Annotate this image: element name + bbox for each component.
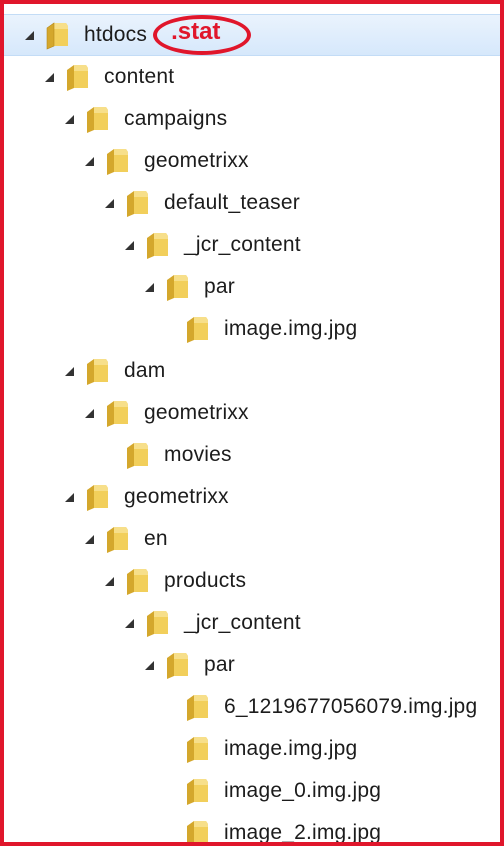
expanded-arrow-icon[interactable] bbox=[62, 490, 76, 504]
tree-node-label: campaigns bbox=[124, 107, 228, 130]
tree-node[interactable]: image.img.jpg bbox=[4, 308, 500, 350]
tree-node-label: geometrixx bbox=[144, 401, 249, 424]
tree-node[interactable]: _jcr_content bbox=[4, 602, 500, 644]
folder-icon bbox=[107, 149, 128, 175]
folder-icon bbox=[167, 275, 188, 301]
stat-annotation: .stat bbox=[153, 15, 252, 55]
tree-node[interactable]: par bbox=[4, 266, 500, 308]
folder-icon bbox=[127, 443, 148, 469]
expanded-arrow-icon[interactable] bbox=[82, 154, 96, 168]
tree-node[interactable]: campaigns bbox=[4, 98, 500, 140]
expanded-arrow-icon[interactable] bbox=[102, 196, 116, 210]
folder-icon bbox=[107, 527, 128, 553]
expanded-arrow-icon[interactable] bbox=[62, 364, 76, 378]
folder-icon bbox=[187, 821, 208, 842]
tree-node-label: htdocs bbox=[84, 23, 148, 46]
tree-node-label: geometrixx bbox=[124, 485, 229, 508]
folder-icon bbox=[147, 233, 168, 259]
expanded-arrow-icon[interactable] bbox=[82, 406, 96, 420]
tree-node-label: par bbox=[204, 275, 235, 298]
tree-node[interactable]: geometrixx bbox=[4, 140, 500, 182]
expanded-arrow-icon[interactable] bbox=[142, 658, 156, 672]
tree-node[interactable]: products bbox=[4, 560, 500, 602]
tree-node-root[interactable]: htdocs .stat bbox=[4, 14, 500, 56]
folder-icon bbox=[187, 317, 208, 343]
tree-node-label: content bbox=[104, 65, 175, 88]
tree-node[interactable]: image_2.img.jpg bbox=[4, 812, 500, 844]
tree-node[interactable]: movies bbox=[4, 434, 500, 476]
tree-node[interactable]: geometrixx bbox=[4, 476, 500, 518]
tree-node-label: products bbox=[164, 569, 247, 592]
tree-node-label: _jcr_content bbox=[184, 611, 301, 634]
stat-annotation-label: .stat bbox=[171, 18, 221, 45]
tree-node-label: movies bbox=[164, 443, 232, 466]
tree-node[interactable]: image_0.img.jpg bbox=[4, 770, 500, 812]
folder-icon bbox=[127, 191, 148, 217]
folder-icon bbox=[167, 653, 188, 679]
folder-icon bbox=[187, 695, 208, 721]
tree-node-label: image_0.img.jpg bbox=[224, 779, 382, 802]
expanded-arrow-icon[interactable] bbox=[62, 112, 76, 126]
tree-node[interactable]: default_teaser bbox=[4, 182, 500, 224]
tree-node-label: en bbox=[144, 527, 168, 550]
tree-node-label: default_teaser bbox=[164, 191, 300, 214]
folder-icon bbox=[127, 569, 148, 595]
folder-icon bbox=[187, 737, 208, 763]
folder-icon bbox=[87, 107, 108, 133]
expanded-arrow-icon[interactable] bbox=[42, 70, 56, 84]
tree-node-label: dam bbox=[124, 359, 166, 382]
folder-icon bbox=[147, 611, 168, 637]
folder-icon bbox=[187, 779, 208, 805]
annotation-frame: htdocs .stat content campaigns geometrix… bbox=[0, 0, 504, 846]
tree-node-label: par bbox=[204, 653, 235, 676]
folder-icon bbox=[107, 401, 128, 427]
expanded-arrow-icon[interactable] bbox=[122, 238, 136, 252]
expanded-arrow-icon[interactable] bbox=[22, 28, 36, 42]
tree-node-label: 6_1219677056079.img.jpg bbox=[224, 695, 478, 718]
tree-node[interactable]: content bbox=[4, 56, 500, 98]
expanded-arrow-icon[interactable] bbox=[122, 616, 136, 630]
folder-icon bbox=[67, 65, 88, 91]
tree-node[interactable]: _jcr_content bbox=[4, 224, 500, 266]
folder-icon bbox=[87, 359, 108, 385]
folder-tree: htdocs .stat content campaigns geometrix… bbox=[4, 14, 500, 844]
expanded-arrow-icon[interactable] bbox=[102, 574, 116, 588]
tree-node[interactable]: image.img.jpg bbox=[4, 728, 500, 770]
tree-node-label: image.img.jpg bbox=[224, 737, 358, 760]
tree-node[interactable]: 6_1219677056079.img.jpg bbox=[4, 686, 500, 728]
tree-node-label: image_2.img.jpg bbox=[224, 821, 382, 844]
tree-node[interactable]: geometrixx bbox=[4, 392, 500, 434]
folder-icon bbox=[87, 485, 108, 511]
tree-node-label: geometrixx bbox=[144, 149, 249, 172]
folder-icon bbox=[46, 22, 68, 50]
tree-node[interactable]: dam bbox=[4, 350, 500, 392]
expanded-arrow-icon[interactable] bbox=[142, 280, 156, 294]
tree-node[interactable]: en bbox=[4, 518, 500, 560]
tree-node[interactable]: par bbox=[4, 644, 500, 686]
tree-node-label: _jcr_content bbox=[184, 233, 301, 256]
tree-node-label: image.img.jpg bbox=[224, 317, 358, 340]
expanded-arrow-icon[interactable] bbox=[82, 532, 96, 546]
